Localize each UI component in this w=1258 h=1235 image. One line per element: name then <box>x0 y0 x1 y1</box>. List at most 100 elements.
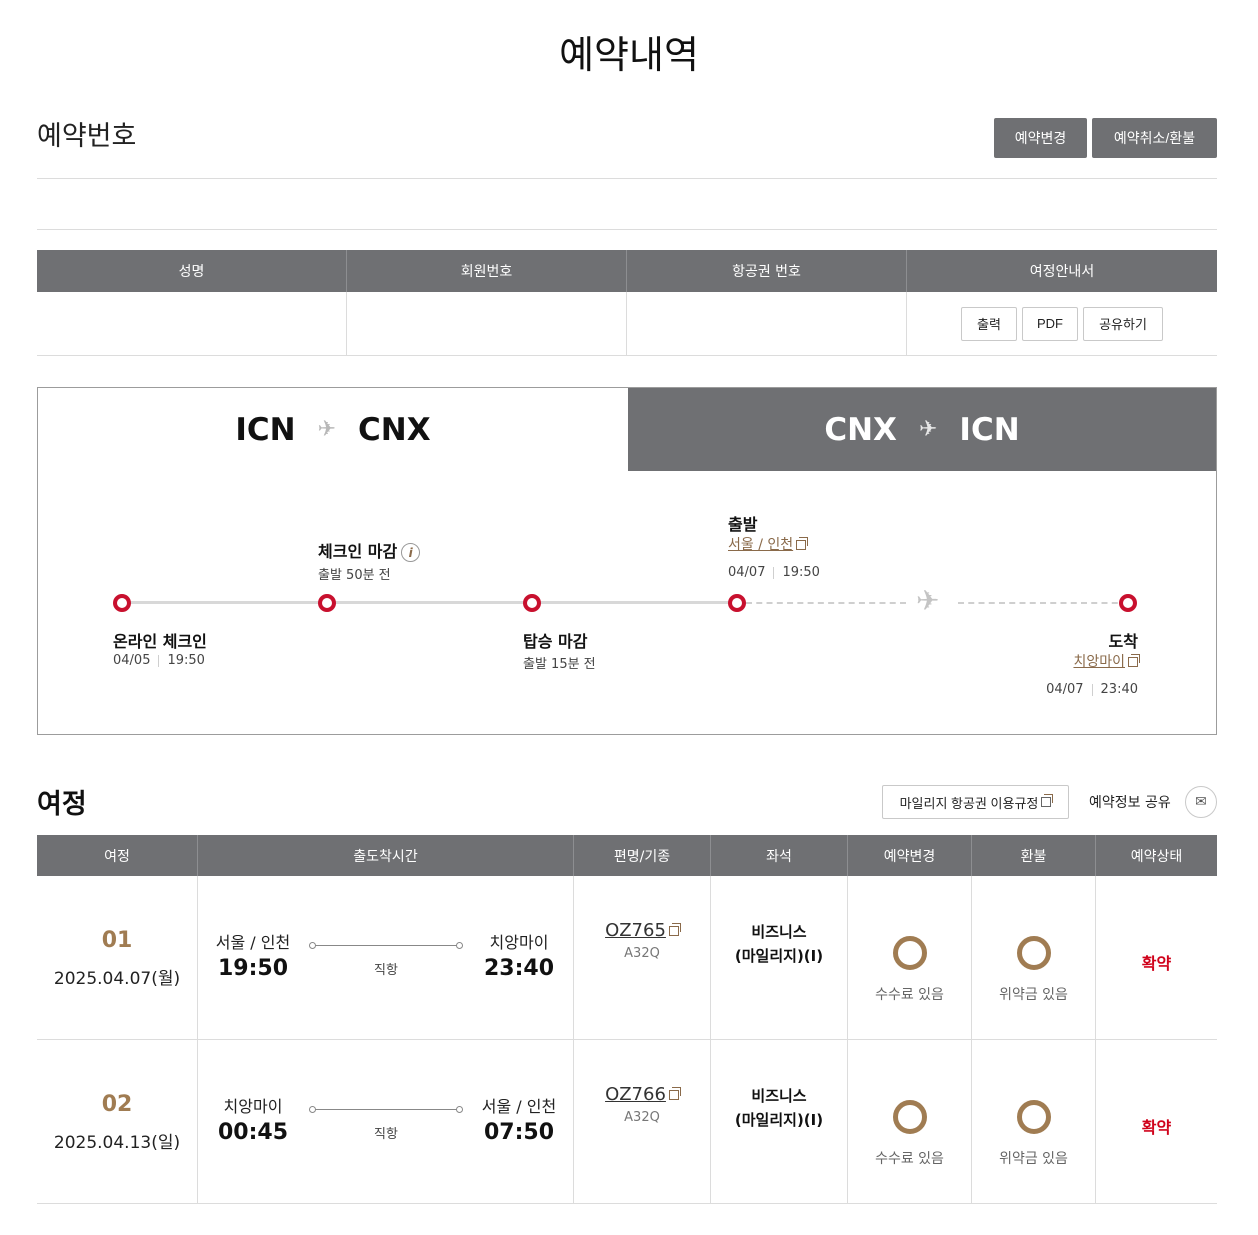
cell-seat: 비즈니스 (마일리지)(I) <box>711 876 848 1039</box>
aircraft-type: A32Q <box>624 1110 660 1125</box>
checkin-deadline-sub: 출발 50분 전 <box>318 568 391 583</box>
cell-status: 확약 <box>1096 876 1217 1039</box>
arrival-time: 23:40 <box>483 956 555 981</box>
departure-time: 19:50 <box>217 956 289 981</box>
cell-segment: 01 2025.04.07(월) <box>37 876 198 1039</box>
checkin-deadline-label: 체크인 마감 i <box>318 538 421 562</box>
share-button[interactable]: 공유하기 <box>1083 306 1163 341</box>
tab-from: ICN <box>235 411 296 448</box>
cell-refund: 위약금 있음 <box>972 1040 1096 1203</box>
status-badge: 확약 <box>1141 954 1172 973</box>
departure-city: 서울 / 인천 <box>215 933 291 952</box>
seat-class: 비즈니스 (마일리지)(I) <box>734 1087 824 1129</box>
passenger-table-header: 성명 회원번호 항공권 번호 여정안내서 <box>37 250 1217 292</box>
external-link-icon <box>1041 794 1054 807</box>
cell-ticket-number <box>627 292 907 355</box>
header-flight: 편명/기종 <box>574 835 711 876</box>
itinerary-table: 여정 출도착시간 편명/기종 좌석 예약변경 환불 예약상태 01 2025.0… <box>37 835 1217 1204</box>
header-member-number: 회원번호 <box>347 250 627 292</box>
timeline-dot-departure <box>728 594 746 612</box>
segment-number: 02 <box>101 1092 133 1117</box>
change-fee-text: 수수료 있음 <box>875 987 944 1003</box>
tab-from: CNX <box>824 411 897 448</box>
seat-class: 비즈니스 (마일리지)(I) <box>734 923 824 965</box>
cell-flight: OZ765 A32Q <box>574 876 711 1039</box>
refund-penalty-text: 위약금 있음 <box>999 987 1068 1003</box>
boarding-deadline-label: 탑승 마감 <box>523 632 588 651</box>
route-panel: ICN ✈ CNX CNX ✈ ICN ✈ 체크인 마감 i 출발 50분 전 출… <box>37 387 1217 735</box>
available-circle-icon <box>1016 1100 1051 1134</box>
mail-icon[interactable]: ✉ <box>1185 786 1217 818</box>
table-row: 01 2025.04.07(월) 서울 / 인천 19:50 직항 치앙마이 2… <box>37 876 1217 1040</box>
segment-date: 2025.04.13(일) <box>53 1133 181 1153</box>
divider <box>37 178 1217 179</box>
departure-city: 치앙마이 <box>223 1097 283 1116</box>
available-circle-icon <box>892 1100 927 1134</box>
arrival-city: 치앙마이 <box>489 933 549 952</box>
cell-flight: OZ766 A32Q <box>574 1040 711 1203</box>
reservation-number-title: 예약번호 <box>37 121 137 152</box>
timeline-dot-online-checkin <box>113 594 131 612</box>
cell-change: 수수료 있음 <box>848 876 972 1039</box>
arrival-city-link[interactable]: 치앙마이 <box>1073 651 1140 671</box>
cell-times: 서울 / 인천 19:50 직항 치앙마이 23:40 <box>198 876 574 1039</box>
boarding-deadline-sub: 출발 15분 전 <box>523 657 596 672</box>
header-status: 예약상태 <box>1130 848 1183 865</box>
header-seat: 좌석 <box>711 835 848 876</box>
segment-number: 01 <box>101 928 133 953</box>
header-name: 성명 <box>37 250 347 292</box>
online-checkin-label: 온라인 체크인 <box>113 632 207 651</box>
header-change: 예약변경 <box>848 835 972 876</box>
share-reservation-label: 예약정보 공유 <box>1089 795 1171 811</box>
info-icon[interactable]: i <box>401 543 421 562</box>
divider <box>37 229 1217 230</box>
segment-date: 2025.04.07(월) <box>53 969 181 989</box>
timeline-dashed-line <box>746 602 906 604</box>
external-link-icon <box>1128 654 1140 667</box>
timeline-dot-checkin-deadline <box>318 594 336 612</box>
route-line <box>309 942 463 949</box>
route-line <box>309 1106 463 1113</box>
available-circle-icon <box>1016 936 1051 970</box>
cell-change: 수수료 있음 <box>848 1040 972 1203</box>
direct-label: 직항 <box>374 963 398 978</box>
header-itinerary-receipt: 여정안내서 <box>1029 264 1095 280</box>
aircraft-type: A32Q <box>624 946 660 961</box>
change-reservation-button[interactable]: 예약변경 <box>994 118 1087 158</box>
mileage-rules-button[interactable]: 마일리지 항공권 이용규정 <box>882 785 1069 819</box>
change-fee-text: 수수료 있음 <box>875 1151 944 1167</box>
arrival-city: 서울 / 인천 <box>481 1097 557 1116</box>
refund-penalty-text: 위약금 있음 <box>999 1151 1068 1167</box>
timeline-dot-boarding-deadline <box>523 594 541 612</box>
arrival-label: 도착 <box>1108 632 1138 651</box>
timeline-line <box>122 601 737 604</box>
itinerary-table-header: 여정 출도착시간 편명/기종 좌석 예약변경 환불 예약상태 <box>37 835 1217 876</box>
airplane-icon: ✈ <box>317 417 337 442</box>
external-link-icon <box>796 537 809 550</box>
available-circle-icon <box>892 936 927 970</box>
tab-icn-cnx[interactable]: ICN ✈ CNX <box>38 388 628 471</box>
cell-name <box>37 292 347 355</box>
page-title: 예약내역 <box>559 33 699 77</box>
timeline-dashed-line <box>958 602 1128 604</box>
pdf-button[interactable]: PDF <box>1022 306 1078 341</box>
direct-label: 직항 <box>374 1127 398 1142</box>
arrival-time: 07:50 <box>483 1120 555 1145</box>
header-refund: 환불 <box>972 835 1096 876</box>
print-button[interactable]: 출력 <box>961 306 1017 341</box>
cell-itinerary-actions: 출력 PDF 공유하기 <box>907 292 1217 355</box>
tab-cnx-icn[interactable]: CNX ✈ ICN <box>628 388 1216 471</box>
flight-number-link[interactable]: OZ765 <box>574 920 710 941</box>
flight-number-link[interactable]: OZ766 <box>574 1084 710 1105</box>
cancel-refund-button[interactable]: 예약취소/환불 <box>1092 118 1217 158</box>
cell-seat: 비즈니스 (마일리지)(I) <box>711 1040 848 1203</box>
airplane-icon: ✈ <box>918 417 938 442</box>
external-link-icon <box>668 923 681 936</box>
passenger-row: 출력 PDF 공유하기 <box>37 292 1217 356</box>
departure-city-link[interactable]: 서울 / 인천 <box>728 534 809 554</box>
airplane-icon: ✈ <box>916 584 940 617</box>
header-times: 출도착시간 <box>198 835 574 876</box>
cell-times: 치앙마이 00:45 직항 서울 / 인천 07:50 <box>198 1040 574 1203</box>
departure-label: 출발 <box>728 515 758 534</box>
arrival-datetime: 04/07 23:40 <box>1046 682 1138 697</box>
